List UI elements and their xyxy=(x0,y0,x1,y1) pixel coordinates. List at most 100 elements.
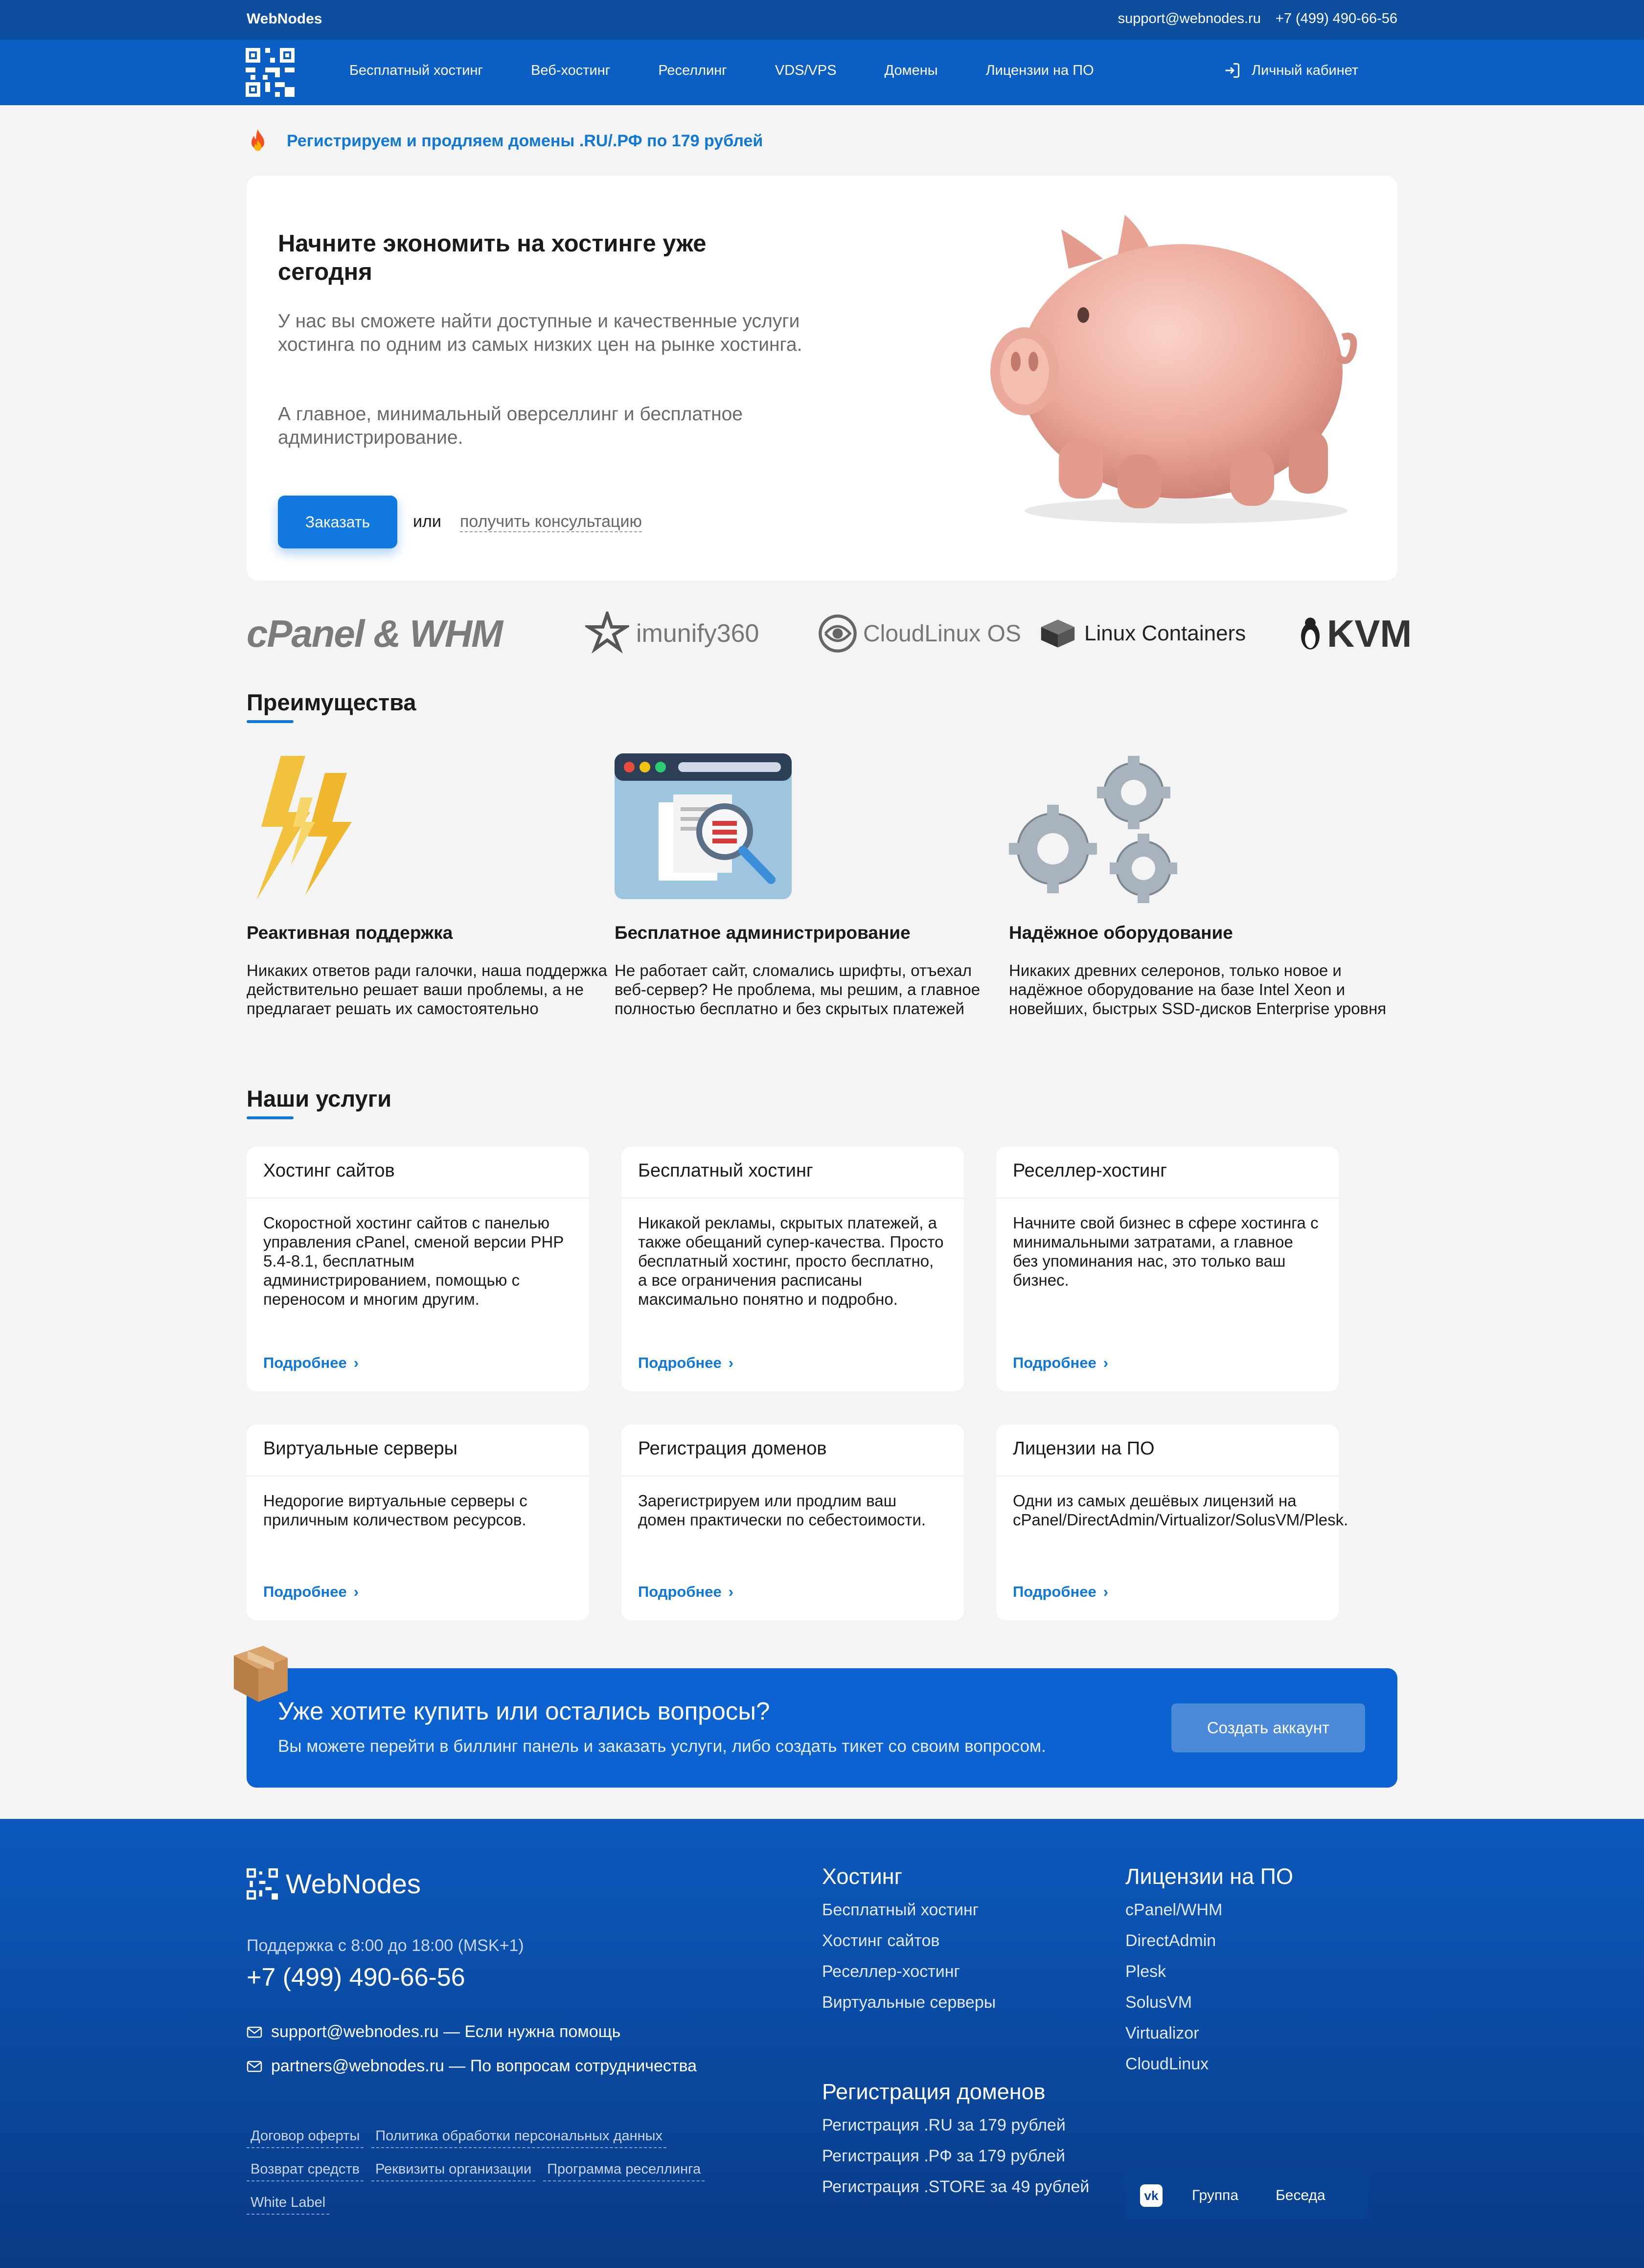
service-card-text: Недорогие виртуальные серверы с приличны… xyxy=(263,1492,527,1529)
service-more-link[interactable]: Подробнее › xyxy=(638,1354,733,1372)
promo-banner[interactable]: Регистрируем и продляем домены .RU/.РФ п… xyxy=(247,128,763,154)
hero-paragraph-1: У нас вы сможете найти доступные и качес… xyxy=(278,311,802,355)
service-more-link[interactable]: Подробнее › xyxy=(1013,1583,1108,1601)
qr-logo-icon[interactable] xyxy=(246,48,295,97)
hero-card: Начните экономить на хостинге уже сегодн… xyxy=(247,176,1397,581)
qr-logo-icon xyxy=(247,1868,278,1900)
footer-link[interactable]: cPanel/WHM xyxy=(1125,1900,1293,1920)
legal-link-white-label[interactable]: White Label xyxy=(247,2195,330,2215)
support-email-label: support@webnodes.ru — Если нужна помощь xyxy=(271,2022,621,2041)
service-card-title: Лицензии на ПО xyxy=(1013,1438,1155,1459)
nav-item-web-hosting[interactable]: Веб-хостинг xyxy=(531,63,610,79)
top-brand: WebNodes xyxy=(247,11,322,27)
nav-item-reselling[interactable]: Реселлинг xyxy=(658,63,727,79)
nav-item-domains[interactable]: Домены xyxy=(885,63,938,79)
footer-link[interactable]: Регистрация .STORE за 49 рублей xyxy=(822,2177,1096,2197)
footer-link[interactable]: Виртуальные серверы xyxy=(822,1993,996,2012)
footer-col-title: Регистрация доменов xyxy=(822,2079,1046,2104)
service-more-link[interactable]: Подробнее › xyxy=(263,1583,359,1601)
footer-link[interactable]: Virtualizor xyxy=(1125,2023,1293,2043)
nav-item-vds-vps[interactable]: VDS/VPS xyxy=(775,63,837,79)
service-more-link[interactable]: Подробнее › xyxy=(638,1583,733,1601)
footer-link[interactable]: DirectAdmin xyxy=(1125,1931,1293,1950)
service-card-hosting[interactable]: Хостинг сайтов Скоростной хостинг сайтов… xyxy=(247,1147,589,1391)
footer-col-title: Лицензии на ПО xyxy=(1125,1864,1293,1889)
legal-link-privacy[interactable]: Политика обработки персональных данных xyxy=(371,2128,666,2148)
legal-links-row-3: White Label xyxy=(247,2195,330,2215)
login-icon xyxy=(1225,63,1239,78)
imunify-logo: imunify360 xyxy=(585,607,759,660)
cloudlinux-logo: CloudLinux OS xyxy=(817,607,1021,660)
vk-icon[interactable]: vk xyxy=(1140,2184,1163,2207)
heading-underline xyxy=(247,720,294,723)
support-hours: Поддержка с 8:00 до 18:00 (MSK+1) xyxy=(247,1936,524,1955)
nav-item-licenses[interactable]: Лицензии на ПО xyxy=(986,63,1094,79)
legal-link-reseller-program[interactable]: Программа реселлинга xyxy=(543,2161,705,2181)
chevron-right-icon: › xyxy=(1103,1583,1109,1600)
service-more-link[interactable]: Подробнее › xyxy=(263,1354,359,1372)
footer: WebNodes Поддержка с 8:00 до 18:00 (MSK+… xyxy=(0,1819,1644,2268)
chevron-right-icon: › xyxy=(1103,1354,1109,1371)
lightning-icon xyxy=(256,756,352,900)
nav-item-free-hosting[interactable]: Бесплатный хостинг xyxy=(349,63,483,79)
lxc-logo: Linux Containers xyxy=(1039,607,1246,660)
service-card-title: Реселлер-хостинг xyxy=(1013,1160,1167,1181)
service-card-domains[interactable]: Регистрация доменов Зарегистрируем или п… xyxy=(621,1425,964,1620)
top-email-link[interactable]: support@webnodes.ru xyxy=(1118,11,1261,26)
mail-icon xyxy=(247,2061,262,2072)
service-more-link[interactable]: Подробнее › xyxy=(1013,1354,1108,1372)
cta-text: Вы можете перейти в биллинг панель и зак… xyxy=(278,1737,1046,1756)
create-account-button[interactable]: Создать аккаунт xyxy=(1171,1703,1365,1752)
vk-group-link[interactable]: Группа xyxy=(1192,2187,1238,2204)
cta-title: Уже хотите купить или остались вопросы? xyxy=(278,1697,770,1725)
footer-brand: WebNodes xyxy=(286,1868,421,1899)
service-card-text: Скоростной хостинг сайтов с панелью упра… xyxy=(263,1214,564,1308)
order-button[interactable]: Заказать xyxy=(278,496,397,548)
browser-magnifier-icon xyxy=(615,753,792,899)
footer-link[interactable]: Бесплатный хостинг xyxy=(822,1900,996,1920)
more-label: Подробнее xyxy=(638,1583,722,1600)
more-label: Подробнее xyxy=(1013,1354,1096,1371)
more-label: Подробнее xyxy=(263,1354,347,1371)
advantage-text: Никаких ответов ради галочки, наша подде… xyxy=(247,961,608,1018)
card-divider xyxy=(621,1198,964,1199)
service-card-free-hosting[interactable]: Бесплатный хостинг Никакой рекламы, скры… xyxy=(621,1147,964,1391)
partners-email-label: partners@webnodes.ru — По вопросам сотру… xyxy=(271,2057,697,2075)
service-card-reseller[interactable]: Реселлер-хостинг Начните свой бизнес в с… xyxy=(996,1147,1339,1391)
main-nav: Бесплатный хостинг Веб-хостинг Реселлинг… xyxy=(0,40,1644,105)
footer-link[interactable]: Реселлер-хостинг xyxy=(822,1962,996,1981)
footer-link[interactable]: Регистрация .RU за 179 рублей xyxy=(822,2115,1096,2135)
footer-link[interactable]: SolusVM xyxy=(1125,1993,1293,2012)
legal-link-refund[interactable]: Возврат средств xyxy=(247,2161,364,2181)
legal-link-offer[interactable]: Договор оферты xyxy=(247,2128,364,2148)
footer-link[interactable]: CloudLinux xyxy=(1125,2054,1293,2074)
footer-logo[interactable]: WebNodes xyxy=(247,1868,421,1900)
support-email[interactable]: support@webnodes.ru — Если нужна помощь xyxy=(247,2022,620,2041)
vk-chat-link[interactable]: Беседа xyxy=(1276,2187,1325,2204)
service-card-text: Зарегистрируем или продлим ваш домен пра… xyxy=(638,1492,926,1529)
gears-icon xyxy=(1009,756,1177,903)
consultation-link[interactable]: получить консультацию xyxy=(460,512,642,532)
footer-link[interactable]: Хостинг сайтов xyxy=(822,1931,996,1950)
piggy-bank-icon xyxy=(990,215,1357,523)
mail-icon xyxy=(247,2026,262,2038)
service-card-title: Хостинг сайтов xyxy=(263,1160,395,1181)
linux-containers-icon xyxy=(1041,619,1075,648)
service-card-text: Начните свой бизнес в сфере хостинга с м… xyxy=(1013,1214,1319,1289)
service-card-licenses[interactable]: Лицензии на ПО Одни из самых дешёвых лиц… xyxy=(996,1425,1348,1620)
login-link[interactable]: Личный кабинет xyxy=(1223,62,1358,79)
advantage-text: Никаких древних селеронов, только новое … xyxy=(1009,961,1387,1018)
footer-link[interactable]: Регистрация .РФ за 179 рублей xyxy=(822,2146,1096,2166)
footer-phone[interactable]: +7 (499) 490-66-56 xyxy=(247,1963,465,1992)
partners-email[interactable]: partners@webnodes.ru — По вопросам сотру… xyxy=(247,2057,697,2076)
advantage-title: Бесплатное администрирование xyxy=(615,923,911,943)
footer-link[interactable]: Plesk xyxy=(1125,1962,1293,1981)
service-card-vps[interactable]: Виртуальные серверы Недорогие виртуальны… xyxy=(247,1425,589,1620)
legal-link-requisites[interactable]: Реквизиты организации xyxy=(371,2161,536,2181)
service-card-title: Виртуальные серверы xyxy=(263,1438,457,1459)
legal-links-row-2: Возврат средств Реквизиты организации Пр… xyxy=(247,2161,705,2181)
imunify-icon xyxy=(585,612,629,654)
top-phone-link[interactable]: +7 (499) 490-66-56 xyxy=(1276,11,1397,26)
hero-paragraph-2: А главное, минимальный оверселлинг и бес… xyxy=(278,404,743,448)
service-card-text: Никакой рекламы, скрытых платежей, а так… xyxy=(638,1214,944,1308)
